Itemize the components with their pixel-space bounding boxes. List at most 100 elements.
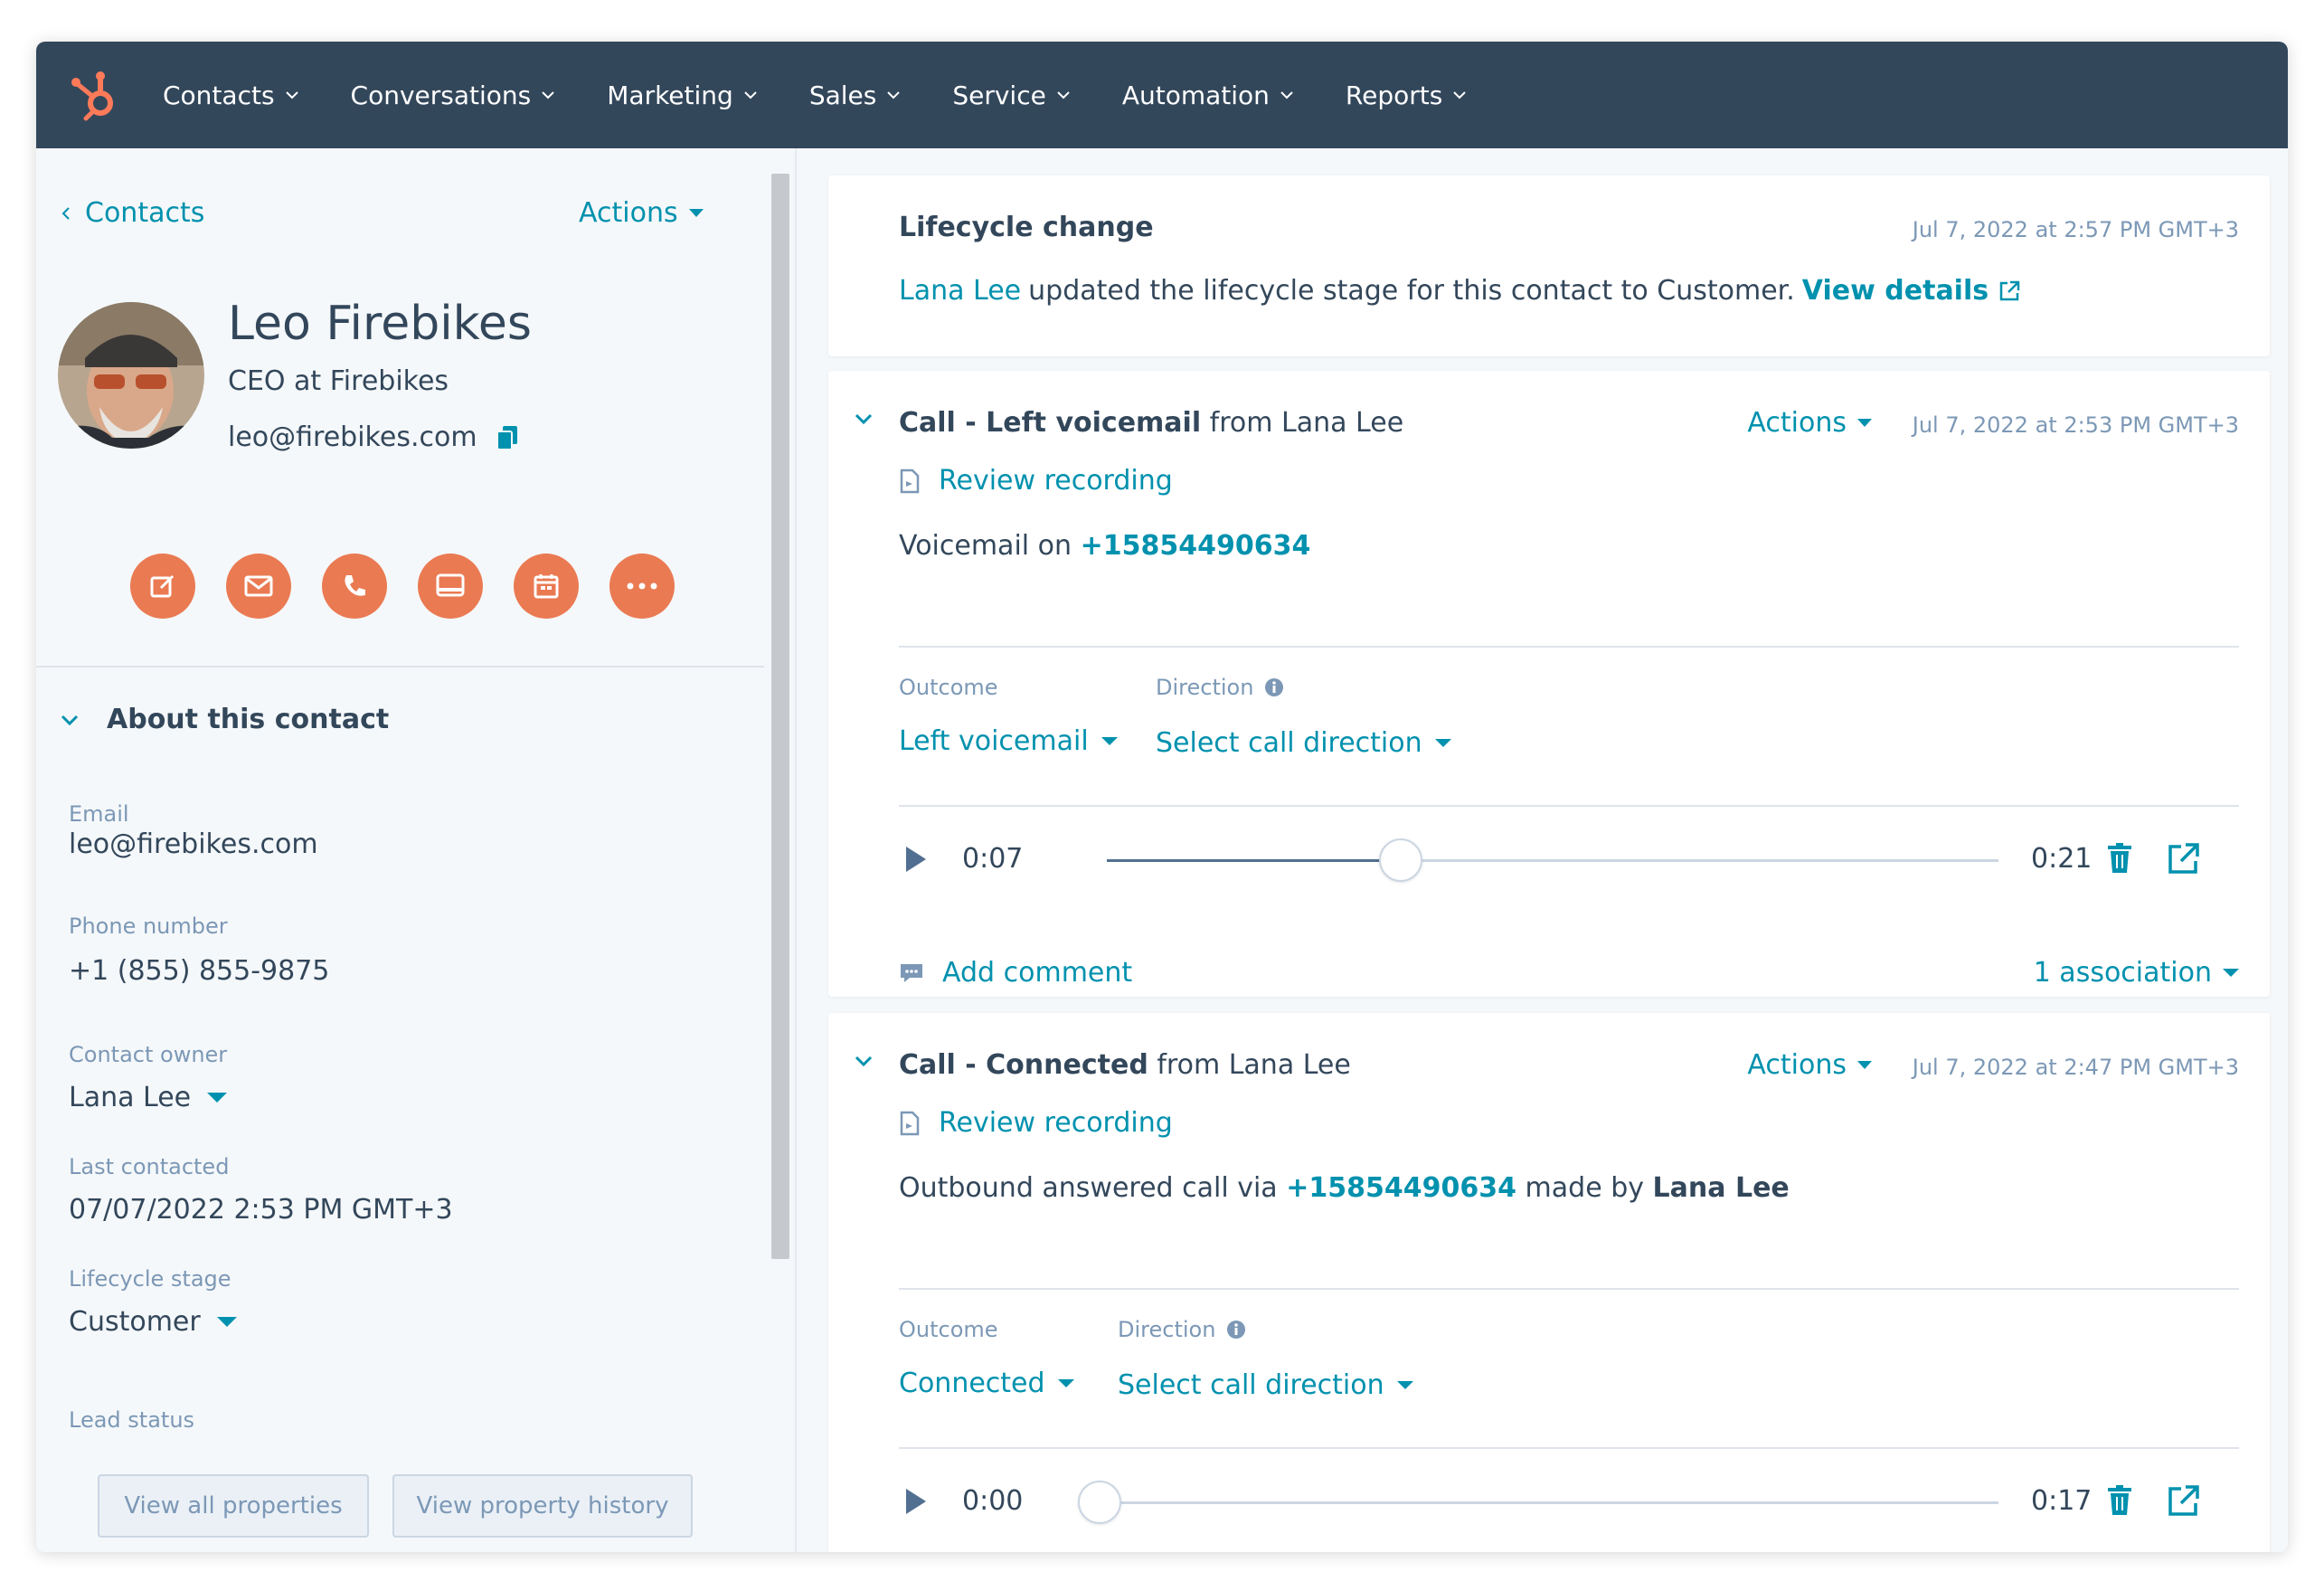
call2-date: Jul 7, 2022 at 2:47 PM GMT+3 [1912,1055,2239,1080]
call1-title-rest: from Lana Lee [1209,407,1404,439]
call1-progress-track[interactable] [1107,859,1998,862]
more-button[interactable] [609,554,675,619]
lifecycle-label: Lifecycle stage [69,1266,231,1292]
outcome-label-text: Outcome [899,1317,998,1342]
actions-label: Actions [579,197,678,229]
outcome-value: Connected [899,1368,1045,1399]
trash-icon[interactable] [2107,1485,2132,1516]
divider [899,1288,2239,1290]
direction-label-text: Direction [1118,1317,1216,1342]
call1-date: Jul 7, 2022 at 2:53 PM GMT+3 [1912,412,2239,438]
view-property-history-button[interactable]: View property history [392,1474,693,1538]
call1-total-time: 0:21 [2031,843,2093,875]
top-navigation: Contacts Conversations Marketing Sales S… [36,42,2288,148]
contact-actions-dropdown[interactable]: Actions [579,197,704,229]
chevron-left-icon [61,206,70,220]
outcome-value: Left voicemail [899,725,1089,757]
lifecycle-title: Lifecycle change [899,212,1154,243]
add-comment-link[interactable]: Add comment [899,957,1132,989]
call2-outcome-dropdown[interactable]: Connected [899,1368,1074,1399]
nav-marketing[interactable]: Marketing [607,80,759,110]
quick-actions [130,554,705,619]
phone-icon [345,575,365,596]
info-icon[interactable] [1226,1320,1246,1340]
lead-status-label: Lead status [69,1407,195,1433]
scrollbar-thumb[interactable] [771,174,789,1259]
owner-dropdown[interactable]: Lana Lee [69,1082,228,1113]
chevron-down-icon [61,715,79,725]
direction-value: Select call direction [1118,1369,1384,1401]
call1-progress-handle[interactable] [1379,838,1423,882]
external-link-icon[interactable] [2167,841,2201,876]
nav-sales[interactable]: Sales [809,80,902,110]
call1-review-recording-link[interactable]: Review recording [899,465,1173,497]
caret-down-icon [216,1316,237,1327]
nav-conversations[interactable]: Conversations [351,80,557,110]
last-contacted-label: Last contacted [69,1154,230,1179]
email-value[interactable]: leo@firebikes.com [69,828,318,860]
call1-direction-dropdown[interactable]: Select call direction [1156,727,1451,759]
call2-progress-track[interactable] [1100,1501,1998,1504]
call1-body-prefix: Voicemail on [899,530,1072,562]
chevron-down-icon [542,91,554,99]
nav-label: Contacts [163,80,275,110]
timeline-call-connected-card: Call - Connected from Lana Lee Actions J… [828,1013,2270,1552]
phone-value[interactable]: +1 (855) 855-9875 [69,955,329,987]
play-icon[interactable] [904,1487,928,1516]
call-button[interactable] [322,554,387,619]
call2-phone-link[interactable]: +15854490634 [1286,1172,1516,1204]
call2-review-recording-link[interactable]: Review recording [899,1107,1173,1139]
nav-contacts[interactable]: Contacts [163,80,300,110]
note-button[interactable] [130,554,195,619]
chevron-down-icon[interactable] [854,412,874,425]
external-link-icon[interactable] [2167,1483,2201,1518]
view-details-link[interactable]: View details [1802,275,1989,307]
call1-actions-dropdown[interactable]: Actions [1747,407,1872,439]
meeting-button[interactable] [514,554,579,619]
breadcrumb-contacts[interactable]: Contacts [60,197,204,229]
left-panel-scrollbar[interactable] [764,148,797,1552]
actions-label: Actions [1747,1049,1847,1081]
chat-icon [436,573,465,597]
trash-icon[interactable] [2107,843,2132,874]
play-icon[interactable] [904,845,928,874]
call2-actions-dropdown[interactable]: Actions [1747,1049,1872,1081]
message-button[interactable] [418,554,483,619]
recording-file-icon [900,469,920,493]
contact-email-row: leo@firebikes.com [228,421,517,453]
about-section-toggle[interactable]: About this contact [60,704,389,735]
calendar-icon [534,574,559,599]
nav-automation[interactable]: Automation [1122,80,1295,110]
call2-direction-dropdown[interactable]: Select call direction [1118,1369,1413,1401]
timeline-lifecycle-card: Lifecycle change Jul 7, 2022 at 2:57 PM … [828,175,2270,356]
caret-down-icon [1434,738,1451,747]
nav-label: Service [952,80,1046,110]
email-icon [244,575,273,597]
lifecycle-dropdown[interactable]: Customer [69,1306,237,1338]
note-icon [150,574,175,598]
caret-down-icon [207,1092,228,1103]
copy-icon[interactable] [496,425,517,450]
outcome-label-text: Outcome [899,675,998,700]
owner-value: Lana Lee [69,1082,192,1113]
email-button[interactable] [226,554,291,619]
nav-label: Conversations [350,80,532,110]
view-all-properties-button[interactable]: View all properties [98,1474,369,1538]
association-dropdown[interactable]: 1 association [2034,957,2239,989]
call1-outcome-dropdown[interactable]: Left voicemail [899,725,1118,757]
caret-down-icon [1857,418,1872,427]
lifecycle-actor-link[interactable]: Lana Lee [899,275,1021,307]
lifecycle-body: Lana Lee updated the lifecycle stage for… [899,275,2021,307]
hubspot-logo-icon[interactable] [63,63,127,127]
nav-service[interactable]: Service [952,80,1071,110]
call1-phone-link[interactable]: +15854490634 [1081,530,1311,562]
call2-direction-label: Direction [1118,1317,1246,1342]
external-link-icon[interactable] [1998,279,2021,303]
nav-reports[interactable]: Reports [1346,80,1468,110]
call2-title-rest: from Lana Lee [1157,1049,1351,1081]
divider [899,1447,2239,1449]
call2-body-prefix: Outbound answered call via [899,1172,1278,1204]
call2-progress-handle[interactable] [1078,1481,1121,1524]
chevron-down-icon[interactable] [854,1055,874,1067]
info-icon[interactable] [1264,677,1284,697]
